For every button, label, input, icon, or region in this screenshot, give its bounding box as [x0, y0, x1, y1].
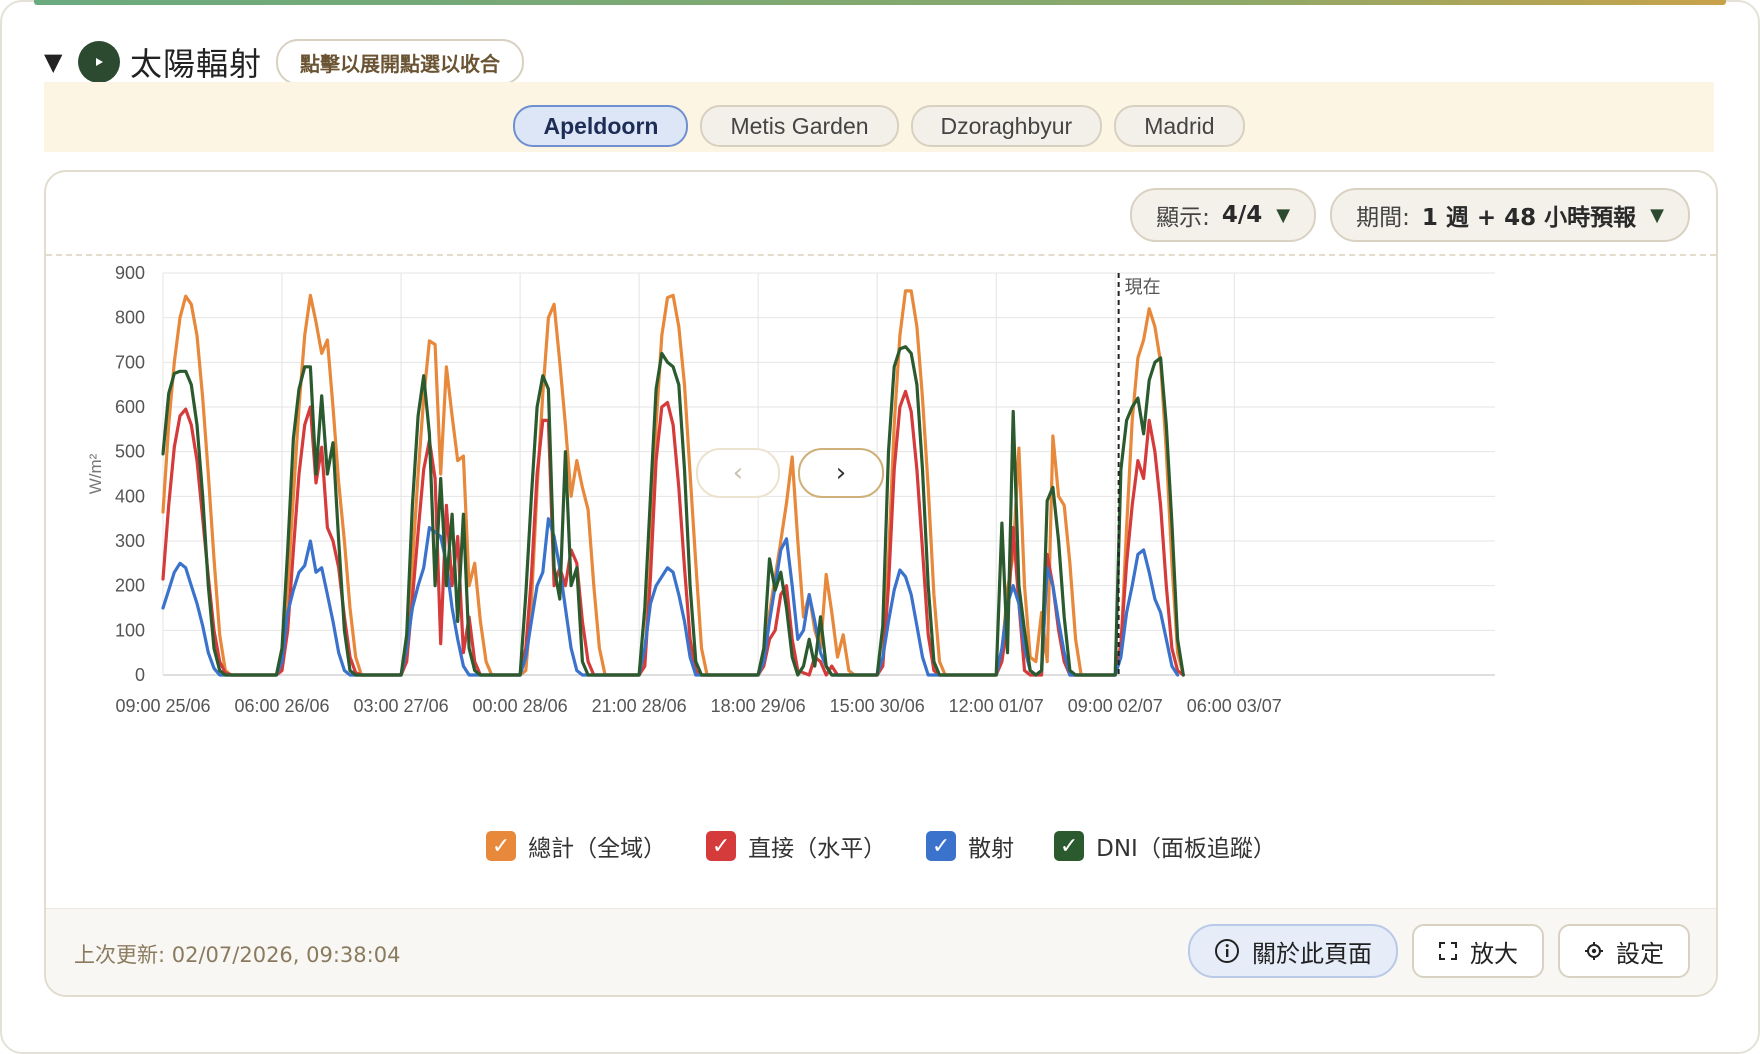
solar-radiation-chart[interactable]: 0 100 200 300 400 500 600 700 800 900 09:00 25/06 0… — [46, 172, 1716, 892]
top-accent-bar — [34, 0, 1726, 5]
chart-legend: ✓ 總計（全域） ✓ 直接（水平） ✓ 散射 ✓ DNI（面板追蹤） — [46, 829, 1716, 863]
gear-icon — [1584, 941, 1604, 961]
x-tick-label: 12:00 01/07 — [949, 696, 1044, 716]
legend-item-total[interactable]: ✓ 總計（全域） — [486, 829, 666, 863]
location-tab-dzoraghbyur[interactable]: Dzoraghbyur — [910, 105, 1103, 147]
previous-period-button[interactable]: ‹ — [696, 448, 780, 498]
now-marker-label: 現在 — [1125, 277, 1161, 297]
section-title: 太陽輻射 — [130, 45, 263, 83]
series-line-1 — [161, 389, 1185, 677]
info-icon — [1214, 938, 1240, 964]
y-axis-title: W/m² — [86, 453, 105, 494]
zoom-button[interactable]: 放大 — [1412, 924, 1544, 978]
y-tick-label: 400 — [115, 486, 145, 506]
legend-item-dni[interactable]: ✓ DNI（面板追蹤） — [1054, 829, 1276, 863]
checkbox-checked-icon[interactable]: ✓ — [706, 831, 737, 861]
chart-card: 顯示: 4/4 ▼ 期間: 1 週 + 48 小時預報 ▼ 0 100 200 300… — [44, 170, 1718, 997]
x-tick-label: 15:00 30/06 — [830, 696, 925, 716]
chart-navigation: ‹ › — [696, 448, 884, 498]
location-tab-metis-garden[interactable]: Metis Garden — [700, 105, 899, 147]
settings-button[interactable]: 設定 — [1558, 924, 1690, 978]
y-tick-label: 200 — [115, 576, 145, 596]
next-period-button[interactable]: › — [798, 448, 884, 498]
legend-item-diffuse[interactable]: ✓ 散射 — [926, 829, 1014, 863]
y-tick-label: 100 — [115, 620, 145, 640]
location-tabs-bar: Apeldoorn Metis Garden Dzoraghbyur Madri… — [44, 82, 1714, 152]
x-tick-label: 00:00 28/06 — [473, 696, 568, 716]
checkbox-checked-icon[interactable]: ✓ — [1054, 831, 1085, 861]
x-tick-label: 21:00 28/06 — [592, 696, 687, 716]
about-page-label: 關於此頁面 — [1252, 939, 1372, 968]
chart-footer: 上次更新: 02/07/2026, 09:38:04 關於此頁面 放大 設定 — [46, 908, 1716, 995]
x-tick-label: 09:00 25/06 — [115, 696, 210, 716]
last-updated-text: 上次更新: 02/07/2026, 09:38:04 — [74, 943, 401, 967]
location-tab-madrid[interactable]: Madrid — [1114, 105, 1245, 147]
x-tick-label: 03:00 27/06 — [354, 696, 449, 716]
x-tick-label: 18:00 29/06 — [711, 696, 806, 716]
x-tick-label: 09:00 02/07 — [1068, 696, 1163, 716]
settings-label: 設定 — [1616, 939, 1664, 968]
y-tick-label: 300 — [115, 531, 145, 551]
legend-item-direct[interactable]: ✓ 直接（水平） — [706, 829, 886, 863]
y-tick-label: 800 — [115, 308, 145, 328]
y-tick-label: 900 — [115, 263, 145, 283]
x-tick-label: 06:00 03/07 — [1187, 696, 1282, 716]
expand-icon — [1438, 941, 1458, 961]
zoom-label: 放大 — [1470, 939, 1518, 968]
legend-label-dni: DNI（面板追蹤） — [1096, 836, 1276, 862]
play-icon — [78, 41, 120, 83]
y-tick-label: 500 — [115, 442, 145, 462]
section-header[interactable]: ▼ 太陽輻射 點擊以展開點選以收合 — [44, 38, 525, 86]
legend-label-total: 總計（全域） — [528, 836, 667, 862]
location-tab-apeldoorn[interactable]: Apeldoorn — [513, 105, 689, 147]
collapse-caret-icon[interactable]: ▼ — [44, 48, 74, 76]
expand-collapse-hint[interactable]: 點擊以展開點選以收合 — [276, 39, 525, 85]
checkbox-checked-icon[interactable]: ✓ — [926, 831, 957, 861]
y-tick-label: 0 — [135, 665, 145, 685]
checkbox-checked-icon[interactable]: ✓ — [486, 831, 517, 861]
legend-label-direct: 直接（水平） — [748, 836, 887, 862]
legend-label-diffuse: 散射 — [968, 836, 1015, 862]
about-page-button[interactable]: 關於此頁面 — [1188, 924, 1398, 978]
y-tick-label: 700 — [115, 352, 145, 372]
y-tick-label: 600 — [115, 397, 145, 417]
series-line-3 — [161, 345, 1185, 677]
x-tick-label: 06:00 26/06 — [234, 696, 329, 716]
